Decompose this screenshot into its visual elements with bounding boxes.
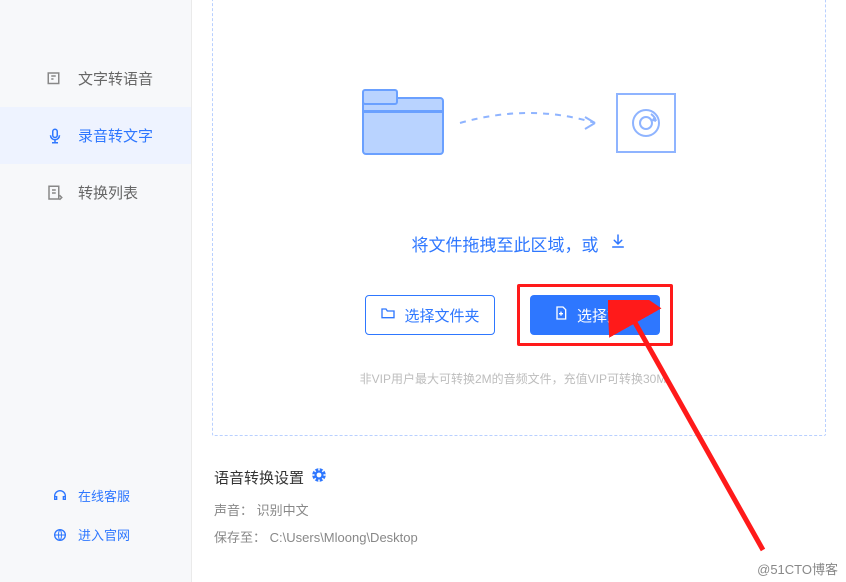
settings-sound-value: 识别中文	[257, 503, 309, 518]
vip-tip: 非VIP用户最大可转换2M的音频文件，充值VIP可转换30M。	[213, 370, 825, 387]
settings-gear-icon[interactable]	[310, 466, 328, 488]
settings-section: 语音转换设置 声音： 识别中文 保存至： C:\Users\Mloong\Des…	[212, 466, 826, 546]
select-folder-button[interactable]: 选择文件夹	[365, 295, 495, 335]
drop-hint: 将文件拖拽至此区域，或	[213, 231, 825, 256]
drop-zone[interactable]: 将文件拖拽至此区域，或 选择文件夹 选择	[212, 0, 826, 436]
dashed-arrow-icon	[455, 98, 605, 148]
main-area: 将文件拖拽至此区域，或 选择文件夹 选择	[192, 0, 846, 582]
sidebar: 文字转语音 录音转文字 转换列表 在线客服	[0, 0, 192, 582]
headset-icon	[52, 488, 68, 504]
sidebar-item-label: 录音转文字	[78, 125, 153, 146]
drop-illustration	[213, 75, 825, 171]
globe-icon	[52, 527, 68, 543]
service-official-site[interactable]: 进入官网	[0, 515, 191, 554]
select-file-label: 选择文件	[577, 305, 637, 326]
watermark: @51CTO博客	[757, 559, 838, 578]
sidebar-item-tts[interactable]: 文字转语音	[0, 50, 191, 107]
list-icon	[46, 184, 64, 202]
settings-title: 语音转换设置	[214, 466, 826, 488]
service-label: 进入官网	[78, 525, 130, 544]
select-folder-label: 选择文件夹	[404, 305, 479, 326]
stt-icon	[46, 127, 64, 145]
select-file-button[interactable]: 选择文件	[530, 295, 660, 335]
file-add-icon	[553, 305, 569, 325]
download-arrow-icon	[609, 232, 627, 255]
settings-sound-row: 声音： 识别中文	[214, 500, 826, 519]
service-label: 在线客服	[78, 486, 130, 505]
sidebar-item-list[interactable]: 转换列表	[0, 164, 191, 221]
settings-save-row: 保存至： C:\Users\Mloong\Desktop	[214, 527, 826, 546]
settings-save-value: C:\Users\Mloong\Desktop	[270, 530, 418, 545]
sidebar-item-stt[interactable]: 录音转文字	[0, 107, 191, 164]
sidebar-item-label: 文字转语音	[78, 68, 153, 89]
drop-hint-text: 将文件拖拽至此区域，或	[412, 231, 599, 256]
settings-save-label: 保存至：	[214, 530, 266, 545]
tts-icon	[46, 70, 64, 88]
sidebar-item-label: 转换列表	[78, 182, 138, 203]
target-icon	[615, 92, 677, 154]
folder-outline-icon	[380, 305, 396, 325]
settings-sound-label: 声音：	[214, 503, 253, 518]
service-online-support[interactable]: 在线客服	[0, 476, 191, 515]
highlight-box: 选择文件	[517, 284, 673, 346]
folder-icon	[361, 88, 445, 158]
